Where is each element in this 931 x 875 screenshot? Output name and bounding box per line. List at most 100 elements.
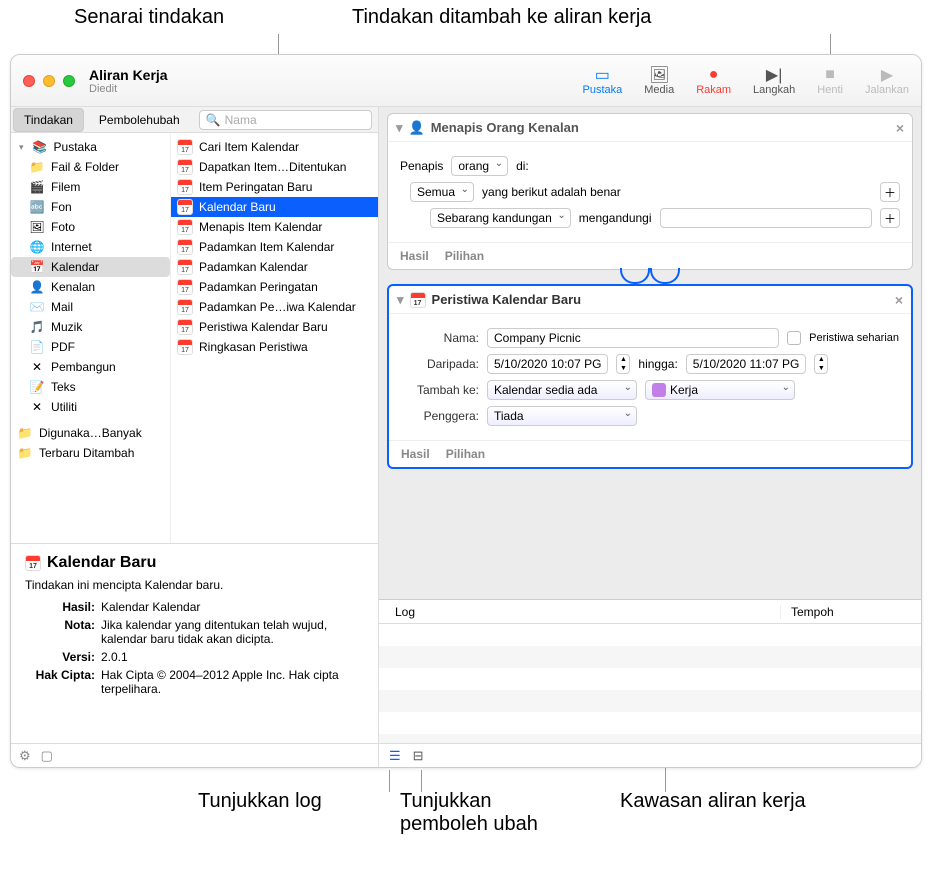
action-item[interactable]: Padamkan Item Kalendar — [171, 237, 378, 257]
addto-select[interactable]: Kalendar sedia ada — [487, 380, 637, 400]
toolbar-label: Henti — [817, 84, 843, 96]
action-list[interactable]: Cari Item Kalendar Dapatkan Item…Ditentuk… — [171, 133, 378, 543]
results-tab[interactable]: Hasil — [401, 447, 430, 461]
category-muzik[interactable]: 🎵Muzik — [11, 317, 170, 337]
to-date-input[interactable]: 5/10/2020 11:07 PG — [686, 354, 807, 374]
action-item[interactable]: Padamkan Peringatan — [171, 277, 378, 297]
calendar-icon — [177, 219, 193, 235]
all-select[interactable]: Semua — [410, 182, 474, 202]
category-label: Kalendar — [51, 260, 99, 274]
search-input[interactable]: 🔍 Nama — [199, 110, 372, 130]
toolbar-library[interactable]: ▭ Pustaka — [582, 66, 622, 96]
category-icon: 👤 — [29, 279, 45, 295]
name-label: Nama: — [401, 331, 479, 345]
event-name-input[interactable]: Company Picnic — [487, 328, 779, 348]
add-rule-button[interactable]: ＋ — [880, 182, 900, 202]
action-info: Kalendar Baru Tindakan ini mencipta Kale… — [11, 543, 378, 743]
di-label: di: — [516, 159, 529, 173]
action-new-calendar-event[interactable]: ▾ Peristiwa Kalendar Baru × Nama: Compan… — [387, 284, 913, 469]
close-icon[interactable]: × — [895, 292, 903, 308]
disclosure-icon[interactable]: ▾ — [396, 120, 403, 136]
category-filem[interactable]: 🎬Filem — [11, 177, 170, 197]
calendar-icon — [177, 159, 193, 175]
category-kenalan[interactable]: 👤Kenalan — [11, 277, 170, 297]
filter-value-input[interactable] — [660, 208, 872, 228]
show-log-button[interactable]: ☰ — [389, 748, 401, 764]
action-item[interactable]: Cari Item Kalendar — [171, 137, 378, 157]
minimize-window-button[interactable] — [43, 75, 55, 87]
action-label: Cari Item Kalendar — [199, 140, 299, 154]
category-foto[interactable]: 🖼Foto — [11, 217, 170, 237]
category-pembangun[interactable]: ✕Pembangun — [11, 357, 170, 377]
action-filter-contacts[interactable]: ▾ 👤 Menapis Orang Kenalan × Penapis oran… — [387, 113, 913, 270]
library-icon: 📚 — [32, 139, 48, 155]
to-stepper[interactable]: ▲▼ — [814, 354, 828, 374]
action-item[interactable]: Kalendar Baru — [171, 197, 378, 217]
gear-icon[interactable]: ⚙ — [19, 748, 31, 764]
expand-icon[interactable]: ▢ — [41, 748, 53, 764]
allday-checkbox[interactable] — [787, 331, 801, 345]
info-value: Kalendar Kalendar — [101, 600, 364, 614]
toolbar-run[interactable]: ▶ Jalankan — [865, 66, 909, 96]
library-pane: Tindakan Pembolehubah 🔍 Nama ▾ 📚 Pustaka… — [11, 107, 379, 767]
action-item[interactable]: Padamkan Pe…iwa Kalendar — [171, 297, 378, 317]
action-item[interactable]: Dapatkan Item…Ditentukan — [171, 157, 378, 177]
from-date-input[interactable]: 5/10/2020 10:07 PG — [487, 354, 608, 374]
show-variables-button[interactable]: ⊟ — [413, 748, 424, 764]
category-mail[interactable]: ✉️Mail — [11, 297, 170, 317]
category-icon: ✕ — [29, 399, 45, 415]
category-utiliti[interactable]: ✕ Utiliti — [11, 397, 170, 417]
toolbar-step[interactable]: ▶| Langkah — [753, 66, 795, 96]
smart-folder[interactable]: 📁Digunaka…Banyak — [11, 423, 170, 443]
action-item[interactable]: Peristiwa Kalendar Baru — [171, 317, 378, 337]
close-icon[interactable]: × — [896, 120, 904, 136]
calendar-icon — [410, 292, 426, 308]
calendar-select[interactable]: Kerja — [645, 380, 795, 400]
action-item[interactable]: Ringkasan Peristiwa — [171, 337, 378, 357]
library-label: Pustaka — [54, 140, 97, 154]
callout-workflow-area: Kawasan aliran kerja — [620, 790, 806, 813]
category-pdf[interactable]: 📄PDF — [11, 337, 170, 357]
results-tab[interactable]: Hasil — [400, 249, 429, 263]
toolbar-record[interactable]: ● Rakam — [696, 66, 731, 96]
category-kalendar[interactable]: 📅Kalendar — [11, 257, 170, 277]
tab-variables[interactable]: Pembolehubah — [88, 108, 191, 132]
disclosure-icon[interactable]: ▾ — [17, 142, 26, 153]
toolbar-label: Jalankan — [865, 84, 909, 96]
workflow-area[interactable]: ▾ 👤 Menapis Orang Kenalan × Penapis oran… — [379, 107, 921, 599]
alarm-label: Penggera: — [401, 409, 479, 423]
category-fon[interactable]: 🔤Fon — [11, 197, 170, 217]
category-internet[interactable]: 🌐Internet — [11, 237, 170, 257]
tab-actions[interactable]: Tindakan — [13, 108, 84, 132]
close-window-button[interactable] — [23, 75, 35, 87]
options-tab[interactable]: Pilihan — [446, 447, 485, 461]
calendar-icon — [177, 179, 193, 195]
log-header[interactable]: Log — [379, 605, 781, 619]
category-fail-folder[interactable]: 📁Fail & Folder — [11, 157, 170, 177]
filter-type-select[interactable]: orang — [451, 156, 508, 176]
add-rule-button[interactable]: ＋ — [880, 208, 900, 228]
automator-window: Aliran Kerja Diedit ▭ Pustaka 🖼 Media ● … — [10, 54, 922, 768]
smart-folder[interactable]: 📁Terbaru Ditambah — [11, 443, 170, 463]
options-tab[interactable]: Pilihan — [445, 249, 484, 263]
duration-header[interactable]: Tempoh — [781, 605, 921, 619]
library-categories[interactable]: ▾ 📚 Pustaka 📁Fail & Folder🎬Filem🔤Fon🖼Fot… — [11, 133, 171, 543]
from-stepper[interactable]: ▲▼ — [616, 354, 630, 374]
category-label: Teks — [51, 380, 76, 394]
alarm-select[interactable]: Tiada — [487, 406, 637, 426]
action-label: Peristiwa Kalendar Baru — [199, 320, 328, 334]
category-teks[interactable]: 📝Teks — [11, 377, 170, 397]
action-item[interactable]: Menapis Item Kalendar — [171, 217, 378, 237]
category-icon: ✕ — [29, 359, 45, 375]
library-root[interactable]: ▾ 📚 Pustaka — [11, 137, 170, 157]
zoom-window-button[interactable] — [63, 75, 75, 87]
action-item[interactable]: Item Peringatan Baru — [171, 177, 378, 197]
action-item[interactable]: Padamkan Kalendar — [171, 257, 378, 277]
content-select[interactable]: Sebarang kandungan — [430, 208, 571, 228]
calendar-color-icon — [652, 383, 666, 397]
toolbar-media[interactable]: 🖼 Media — [644, 66, 674, 96]
category-icon: 🌐 — [29, 239, 45, 255]
toolbar-stop[interactable]: ■ Henti — [817, 66, 843, 96]
disclosure-icon[interactable]: ▾ — [397, 292, 404, 308]
category-label: Utiliti — [51, 400, 77, 414]
